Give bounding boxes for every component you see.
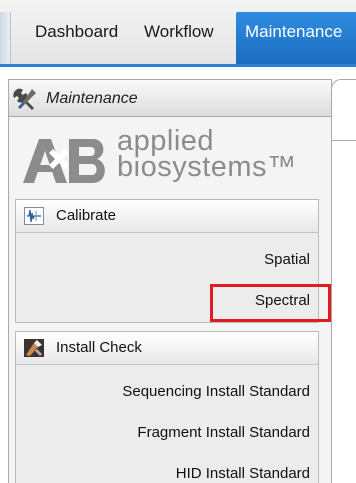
calibrate-waveform-icon bbox=[24, 207, 44, 225]
applied-biosystems-logo: applied biosystems™ bbox=[21, 127, 321, 189]
panel-title: Maintenance bbox=[46, 90, 138, 107]
tab-maintenance-label: Maintenance bbox=[245, 22, 343, 41]
tab-maintenance[interactable]: Maintenance bbox=[236, 12, 356, 64]
install-item-sequencing-standard[interactable]: Sequencing Install Standard bbox=[122, 383, 310, 400]
top-tab-bar: Dashboard Workflow Maintenance bbox=[0, 0, 356, 67]
panel-header: Maintenance bbox=[9, 79, 331, 117]
install-check-section-header[interactable]: Install Check bbox=[16, 332, 318, 365]
tab-bar-left-edge bbox=[0, 12, 11, 66]
tab-bar-underline bbox=[0, 64, 356, 67]
maintenance-side-panel: Maintenance applied biosystems™ Calibrat bbox=[8, 79, 332, 483]
ab-logo-mark bbox=[23, 139, 105, 183]
install-item-fragment-standard[interactable]: Fragment Install Standard bbox=[137, 424, 310, 441]
content-area-edge bbox=[331, 79, 356, 141]
wrench-icon bbox=[12, 87, 38, 111]
install-check-section-label: Install Check bbox=[56, 339, 142, 356]
logo-line-biosystems: biosystems™ bbox=[117, 151, 297, 183]
spectral-highlight-box bbox=[210, 284, 331, 322]
content-area-divider bbox=[331, 140, 356, 141]
install-check-icon bbox=[24, 339, 44, 357]
calibrate-section-label: Calibrate bbox=[56, 207, 117, 224]
tab-workflow[interactable]: Workflow bbox=[144, 22, 214, 42]
calibrate-section-header[interactable]: Calibrate bbox=[16, 200, 318, 233]
calibrate-item-spatial[interactable]: Spatial bbox=[264, 251, 310, 268]
tab-dashboard[interactable]: Dashboard bbox=[35, 22, 118, 42]
install-item-hid-standard[interactable]: HID Install Standard bbox=[176, 465, 310, 482]
install-check-section: Install Check Sequencing Install Standar… bbox=[15, 331, 319, 483]
